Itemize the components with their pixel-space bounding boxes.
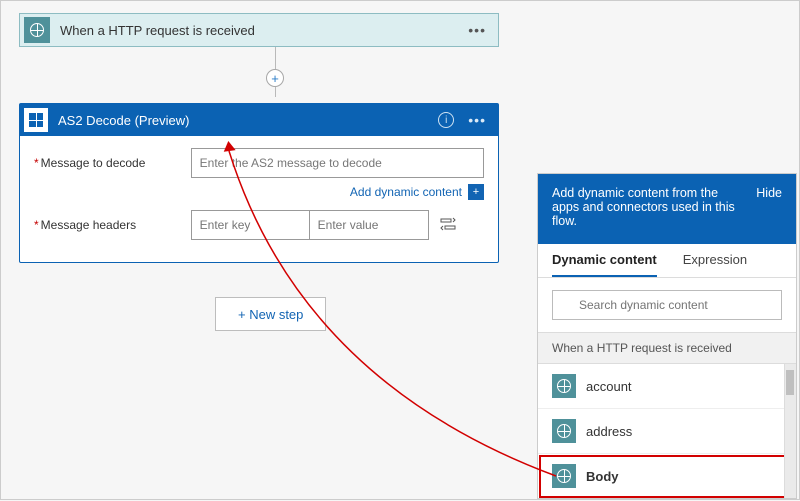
dynamic-content-list: account address Body <box>538 364 796 498</box>
dynamic-content-header: Add dynamic content from the apps and co… <box>538 174 796 244</box>
scrollbar[interactable] <box>784 364 796 498</box>
http-globe-icon <box>552 374 576 398</box>
action-title: AS2 Decode (Preview) <box>58 113 438 128</box>
insert-step-button[interactable]: + <box>266 69 284 87</box>
header-value-input[interactable] <box>310 211 428 239</box>
hide-panel-link[interactable]: Hide <box>756 186 782 228</box>
info-icon[interactable]: i <box>438 112 454 128</box>
dynamic-content-tabs: Dynamic content Expression <box>538 244 796 278</box>
dynamic-content-item-body[interactable]: Body <box>538 454 796 498</box>
action-header[interactable]: AS2 Decode (Preview) i ••• <box>20 104 498 136</box>
dynamic-content-header-text: Add dynamic content from the apps and co… <box>552 186 746 228</box>
trigger-card[interactable]: When a HTTP request is received ••• <box>19 13 499 47</box>
dynamic-content-search-input[interactable] <box>552 290 782 320</box>
add-dynamic-content-link[interactable]: Add dynamic content <box>350 185 462 199</box>
action-more-icon[interactable]: ••• <box>464 112 490 128</box>
dynamic-content-item-label: address <box>586 424 632 439</box>
dynamic-content-item-account[interactable]: account <box>538 364 796 409</box>
dynamic-content-item-label: account <box>586 379 632 394</box>
dynamic-content-section-label: When a HTTP request is received <box>538 332 796 364</box>
dynamic-content-item-label: Body <box>586 469 619 484</box>
header-key-input[interactable] <box>192 211 310 239</box>
http-globe-icon <box>552 464 576 488</box>
dynamic-content-panel: Add dynamic content from the apps and co… <box>537 173 797 499</box>
required-asterisk: * <box>34 218 39 232</box>
as2-icon <box>24 108 48 132</box>
annotation-arrowhead <box>222 140 235 152</box>
new-step-button[interactable]: + New step <box>215 297 326 331</box>
tab-dynamic-content[interactable]: Dynamic content <box>552 252 657 277</box>
action-card-as2-decode: AS2 Decode (Preview) i ••• * Message to … <box>19 103 499 263</box>
field-label-headers: Message headers <box>41 218 191 232</box>
required-asterisk: * <box>34 156 39 170</box>
connector-line <box>275 47 276 69</box>
http-globe-icon <box>24 17 50 43</box>
trigger-title: When a HTTP request is received <box>60 23 464 38</box>
message-to-decode-input[interactable] <box>191 148 484 178</box>
field-label-message: Message to decode <box>41 156 191 170</box>
add-dynamic-content-badge[interactable]: + <box>468 184 484 200</box>
trigger-more-icon[interactable]: ••• <box>464 22 490 38</box>
http-globe-icon <box>552 419 576 443</box>
connector-line <box>275 87 276 97</box>
switch-to-text-mode-icon[interactable] <box>439 216 457 234</box>
dynamic-content-item-address[interactable]: address <box>538 409 796 454</box>
tab-expression[interactable]: Expression <box>683 252 747 277</box>
header-keyvalue-pair <box>191 210 429 240</box>
